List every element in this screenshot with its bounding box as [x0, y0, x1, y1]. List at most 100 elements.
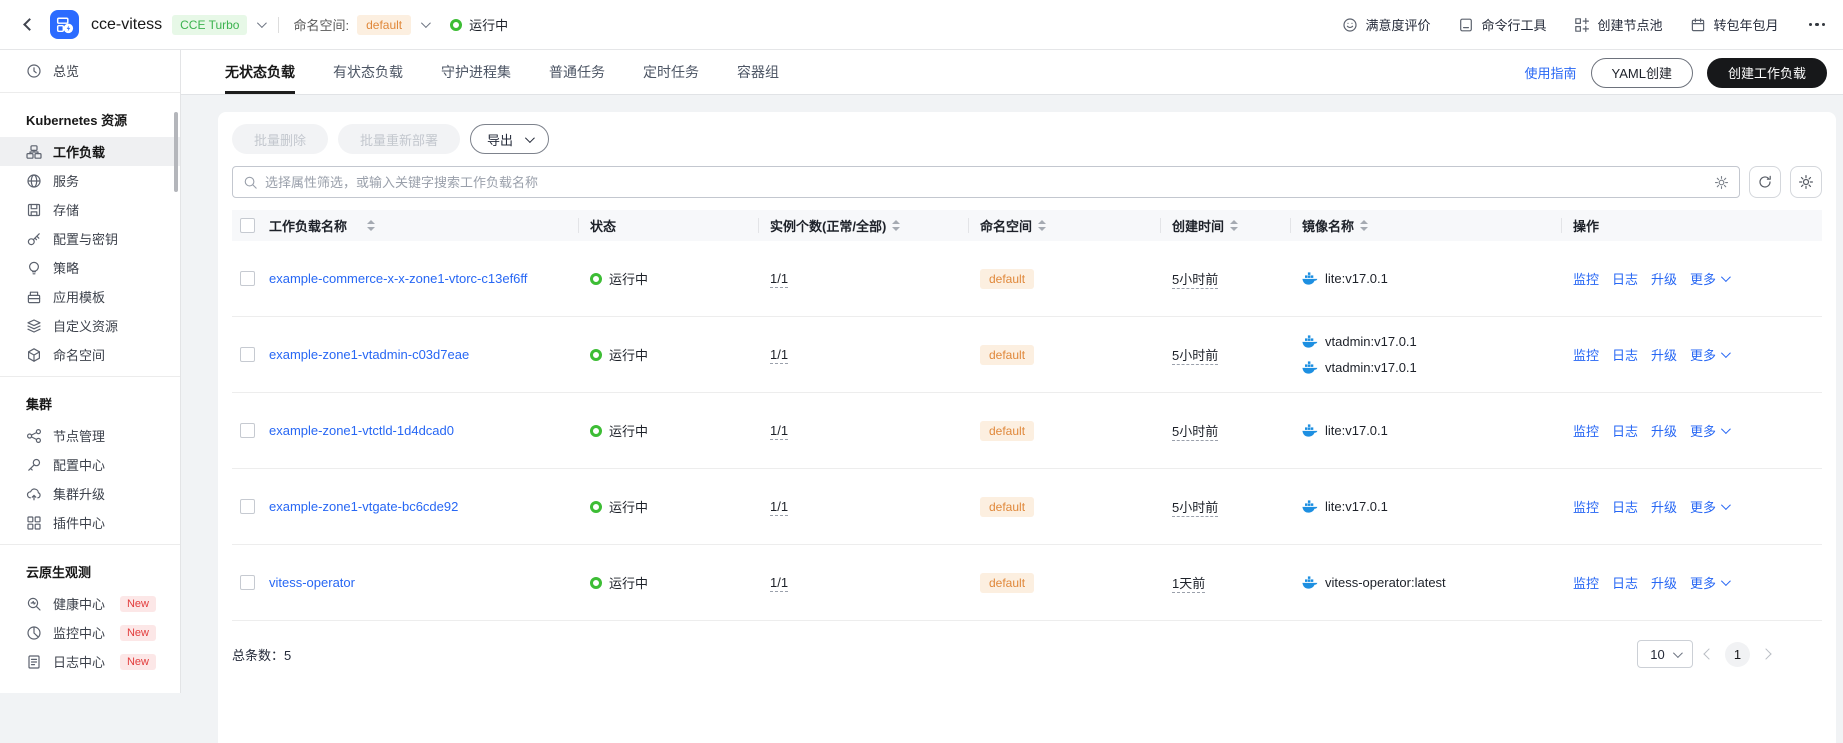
sidebar-item-config-center[interactable]: 配置中心: [0, 450, 180, 479]
instances-link[interactable]: 1/1: [770, 271, 788, 288]
sidebar-item-label: 自定义资源: [53, 316, 118, 335]
sort-control[interactable]: [1360, 220, 1368, 231]
billing-mode-button[interactable]: 转包年包月: [1690, 15, 1778, 34]
sidebar-item-app-templates[interactable]: 应用模板: [0, 282, 180, 311]
upgrade-link[interactable]: 升级: [1651, 573, 1677, 592]
upgrade-link[interactable]: 升级: [1651, 497, 1677, 516]
monitor-link[interactable]: 监控: [1573, 269, 1599, 288]
search-input[interactable]: [265, 175, 1714, 190]
sidebar-item-health-center[interactable]: 健康中心 New: [0, 589, 180, 618]
sidebar-scrollbar[interactable]: [174, 112, 178, 192]
cluster-switch-chevron-down-icon[interactable]: [257, 18, 267, 28]
namespace-value-badge[interactable]: default: [357, 15, 411, 35]
workload-name-link[interactable]: vitess-operator: [269, 575, 355, 590]
upgrade-link[interactable]: 升级: [1651, 345, 1677, 364]
sidebar-item-node-management[interactable]: 节点管理: [0, 421, 180, 450]
status-running-icon: [590, 273, 602, 285]
namespace-chevron-down-icon[interactable]: [421, 18, 431, 28]
logs-link[interactable]: 日志: [1612, 421, 1638, 440]
sidebar-item-addon-center[interactable]: 插件中心: [0, 508, 180, 537]
monitor-link[interactable]: 监控: [1573, 497, 1599, 516]
cluster-status-text: 运行中: [469, 15, 508, 34]
sidebar-item-logging-center[interactable]: 日志中心 New: [0, 647, 180, 676]
logs-link[interactable]: 日志: [1612, 269, 1638, 288]
row-checkbox[interactable]: [240, 347, 255, 362]
select-all-checkbox[interactable]: [240, 218, 255, 233]
monitor-link[interactable]: 监控: [1573, 345, 1599, 364]
usage-guide-link[interactable]: 使用指南: [1525, 63, 1577, 82]
instances-link[interactable]: 1/1: [770, 347, 788, 364]
sidebar-section-kubernetes: Kubernetes 资源: [0, 100, 180, 137]
tab-cronjobs[interactable]: 定时任务: [643, 50, 699, 94]
chevron-down-icon: [1721, 424, 1731, 434]
workload-name-link[interactable]: example-zone1-vtctld-1d4dcad0: [269, 423, 454, 438]
table-settings-button[interactable]: [1790, 166, 1822, 198]
more-link[interactable]: 更多: [1690, 269, 1728, 288]
workload-name-link[interactable]: example-commerce-x-x-zone1-vtorc-c13ef6f…: [269, 271, 527, 286]
batch-redeploy-button[interactable]: 批量重新部署: [338, 124, 460, 154]
monitor-link[interactable]: 监控: [1573, 573, 1599, 592]
cluster-name: cce-vitess: [91, 16, 162, 34]
instances-link[interactable]: 1/1: [770, 499, 788, 516]
create-nodepool-button[interactable]: 创建节点池: [1574, 15, 1662, 34]
sidebar-item-storage[interactable]: 存储: [0, 195, 180, 224]
prev-page-icon[interactable]: [1703, 648, 1714, 659]
current-page[interactable]: 1: [1725, 642, 1750, 667]
sort-control[interactable]: [1038, 220, 1046, 231]
upgrade-link[interactable]: 升级: [1651, 269, 1677, 288]
next-page-icon[interactable]: [1760, 648, 1771, 659]
row-checkbox[interactable]: [240, 423, 255, 438]
yaml-create-button[interactable]: YAML创建: [1591, 58, 1693, 88]
workload-name-link[interactable]: example-zone1-vtadmin-c03d7eae: [269, 347, 469, 362]
feedback-button[interactable]: 满意度评价: [1342, 15, 1430, 34]
monitor-link[interactable]: 监控: [1573, 421, 1599, 440]
more-link[interactable]: 更多: [1690, 421, 1728, 440]
tab-statefulsets[interactable]: 有状态负载: [333, 50, 403, 94]
tab-pods[interactable]: 容器组: [737, 50, 779, 94]
more-link[interactable]: 更多: [1690, 497, 1728, 516]
wrench-icon: [26, 457, 42, 473]
cli-tool-button[interactable]: 命令行工具: [1458, 15, 1546, 34]
logs-link[interactable]: 日志: [1612, 345, 1638, 364]
docker-whale-icon: [1302, 361, 1318, 374]
instances-link[interactable]: 1/1: [770, 575, 788, 592]
chevron-left-icon: [23, 18, 36, 31]
row-checkbox[interactable]: [240, 575, 255, 590]
sidebar-item-custom-resources[interactable]: 自定义资源: [0, 311, 180, 340]
logs-link[interactable]: 日志: [1612, 573, 1638, 592]
sidebar-item-cluster-upgrade[interactable]: 集群升级: [0, 479, 180, 508]
batch-delete-button[interactable]: 批量删除: [232, 124, 328, 154]
upgrade-link[interactable]: 升级: [1651, 421, 1677, 440]
page-size-select[interactable]: 10: [1637, 640, 1693, 668]
created-time: 5小时前: [1172, 500, 1218, 517]
sidebar-item-overview[interactable]: 总览: [0, 56, 180, 85]
workload-name-link[interactable]: example-zone1-vtgate-bc6cde92: [269, 499, 458, 514]
logs-link[interactable]: 日志: [1612, 497, 1638, 516]
row-checkbox[interactable]: [240, 499, 255, 514]
pagination: 10 1: [1637, 640, 1770, 668]
sort-control[interactable]: [367, 220, 375, 231]
export-button[interactable]: 导出: [470, 124, 549, 154]
filter-settings-gear-icon[interactable]: [1714, 175, 1729, 190]
tab-daemonsets[interactable]: 守护进程集: [441, 50, 511, 94]
more-actions-icon[interactable]: [1809, 23, 1826, 27]
sidebar-item-configmaps-secrets[interactable]: 配置与密钥: [0, 224, 180, 253]
column-label: 状态: [590, 216, 616, 235]
tab-deployments[interactable]: 无状态负载: [225, 50, 295, 94]
sidebar-item-monitoring-center[interactable]: 监控中心 New: [0, 618, 180, 647]
create-workload-button[interactable]: 创建工作负载: [1707, 58, 1827, 88]
sidebar-item-namespaces[interactable]: 命名空间: [0, 340, 180, 369]
refresh-button[interactable]: [1749, 166, 1781, 198]
sidebar-item-services[interactable]: 服务: [0, 166, 180, 195]
sort-control[interactable]: [1230, 220, 1238, 231]
instances-link[interactable]: 1/1: [770, 423, 788, 440]
sort-control[interactable]: [892, 220, 900, 231]
row-checkbox[interactable]: [240, 271, 255, 286]
sidebar-item-workloads[interactable]: 工作负载: [0, 137, 180, 166]
more-link[interactable]: 更多: [1690, 345, 1728, 364]
sidebar-item-policies[interactable]: 策略: [0, 253, 180, 282]
back-button[interactable]: [18, 14, 40, 36]
divider: [0, 92, 180, 93]
more-link[interactable]: 更多: [1690, 573, 1728, 592]
tab-jobs[interactable]: 普通任务: [549, 50, 605, 94]
